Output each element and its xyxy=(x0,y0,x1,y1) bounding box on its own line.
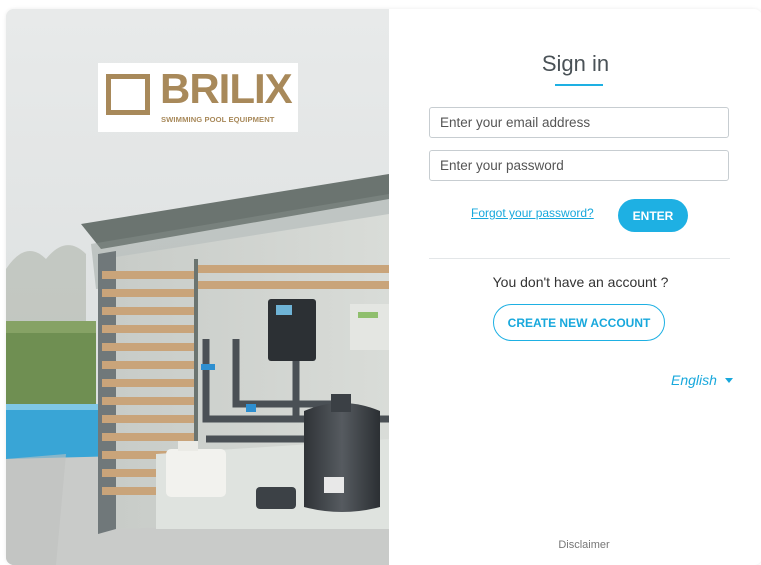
caret-down-icon[interactable] xyxy=(725,378,733,383)
divider xyxy=(429,258,730,259)
login-card: BRILIX SWIMMING POOL EQUIPMENT Sign in F… xyxy=(6,9,761,565)
logo-wordmark: BRILIX xyxy=(160,65,293,112)
disclaimer-link[interactable]: Disclaimer xyxy=(389,539,761,551)
create-account-button[interactable]: CREATE NEW ACCOUNT xyxy=(493,304,665,341)
title-underline xyxy=(555,84,603,86)
hero-photo: BRILIX SWIMMING POOL EQUIPMENT xyxy=(6,9,389,565)
no-account-prompt: You don't have an account ? xyxy=(492,274,669,290)
forgot-password-link[interactable]: Forgot your password? xyxy=(471,206,594,220)
password-field[interactable] xyxy=(429,150,729,181)
email-field[interactable] xyxy=(429,107,729,138)
page-title: Sign in xyxy=(541,51,610,76)
enter-button[interactable]: ENTER xyxy=(618,199,688,232)
signin-panel: Sign in Forgot your password? ENTER You … xyxy=(389,9,761,565)
brand-logo: BRILIX SWIMMING POOL EQUIPMENT xyxy=(98,63,298,132)
logo-tagline: SWIMMING POOL EQUIPMENT xyxy=(161,115,275,124)
logo-square-icon xyxy=(106,74,150,115)
language-selector[interactable]: English xyxy=(671,372,717,388)
